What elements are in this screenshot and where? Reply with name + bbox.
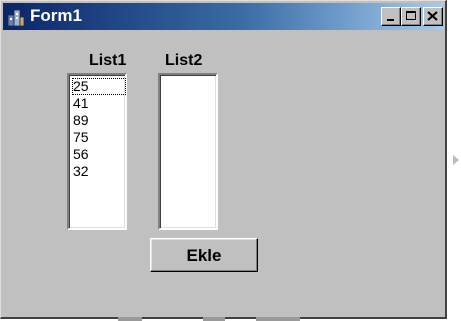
close-icon: [427, 11, 438, 21]
list1-items: 25 41 89 75 56 32: [69, 75, 126, 180]
list-item[interactable]: 25: [72, 78, 126, 95]
background-edge: [203, 317, 225, 321]
list2-label: List2: [165, 52, 203, 69]
background-edge: [256, 317, 300, 321]
list-item[interactable]: 56: [72, 146, 126, 163]
list-item[interactable]: 75: [72, 129, 126, 146]
minimize-icon: [387, 19, 394, 21]
title-bar[interactable]: Form1: [3, 3, 443, 30]
list1-label: List1: [89, 52, 127, 69]
list-item[interactable]: 89: [72, 112, 126, 129]
list2-listbox[interactable]: [158, 73, 218, 230]
list2-items: [160, 75, 216, 78]
list-item[interactable]: 32: [72, 163, 126, 180]
form1-window: Form1 List1 List2 25 41 89 75 56 32 Ekle: [0, 0, 447, 319]
resize-arrow-icon: [453, 155, 459, 165]
maximize-button[interactable]: [401, 7, 421, 26]
minimize-button[interactable]: [381, 7, 401, 26]
window-title: Form1: [30, 6, 82, 25]
list1-listbox[interactable]: 25 41 89 75 56 32: [67, 73, 127, 230]
close-button[interactable]: [423, 7, 443, 26]
maximize-icon: [406, 11, 416, 20]
list-item[interactable]: 41: [72, 95, 126, 112]
form-app-icon: [7, 9, 25, 27]
ekle-button[interactable]: Ekle: [150, 238, 258, 272]
background-edge: [118, 317, 142, 321]
